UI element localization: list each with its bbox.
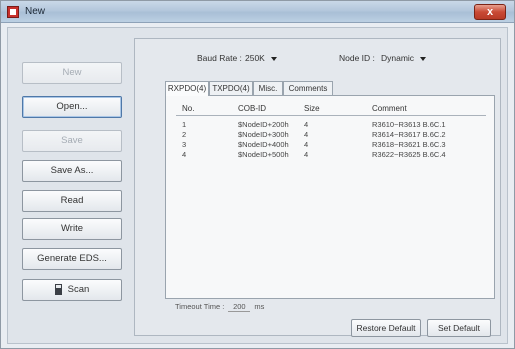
write-button[interactable]: Write <box>22 218 122 240</box>
column-header-comment[interactable]: Comment <box>372 104 407 113</box>
open-button[interactable]: Open... <box>22 96 122 118</box>
grid-header: No. COB-ID Size Comment <box>176 102 486 116</box>
timeout-label: Timeout Time : <box>175 302 225 311</box>
baud-rate-value: 250K <box>245 53 265 63</box>
tab-misc[interactable]: Misc. <box>253 81 283 95</box>
table-row[interactable]: 3 $NodeID+400h 4 R3618~R3621 B.6C.3 <box>176 138 486 149</box>
table-row[interactable]: 4 $NodeID+500h 4 R3622~R3625 B.6C.4 <box>176 148 486 159</box>
side-panel: New Open... Save Save As... Read Write G… <box>14 46 130 338</box>
column-header-size[interactable]: Size <box>304 104 320 113</box>
pdo-grid: 1 $NodeID+200h 4 R3610~R3613 B.6C.1 2 $N… <box>176 118 486 159</box>
row-size: 4 <box>304 150 309 159</box>
rxpdo-tab-panel: No. COB-ID Size Comment 1 $NodeID+200h 4… <box>165 95 495 299</box>
device-icon <box>54 283 62 295</box>
node-id-value: Dynamic <box>381 53 415 63</box>
baud-rate-select[interactable]: 250K <box>245 53 277 67</box>
close-button[interactable]: x <box>474 4 506 20</box>
timeout-input[interactable]: 200 <box>228 302 251 312</box>
node-id-label: Node ID : <box>339 53 375 63</box>
set-default-button[interactable]: Set Default <box>427 319 491 337</box>
save-button[interactable]: Save <box>22 130 122 152</box>
main-panel: Baud Rate : 250K Node ID : Dynamic RXPDO… <box>134 38 501 337</box>
window-title: New <box>25 6 46 17</box>
application-window: New x New Open... Save Save As... Read W… <box>0 0 515 349</box>
column-header-cob-id[interactable]: COB-ID <box>238 104 266 113</box>
scan-button[interactable]: Scan <box>22 279 122 301</box>
title-bar[interactable]: New x <box>1 1 514 23</box>
timeout-unit: ms <box>254 302 265 311</box>
read-button[interactable]: Read <box>22 190 122 212</box>
app-icon <box>7 6 19 18</box>
tab-txpdo[interactable]: TXPDO(4) <box>209 81 253 95</box>
table-row[interactable]: 1 $NodeID+200h 4 R3610~R3613 B.6C.1 <box>176 118 486 129</box>
chevron-down-icon <box>420 56 427 61</box>
generate-eds-button[interactable]: Generate EDS... <box>22 248 122 270</box>
client-area: New Open... Save Save As... Read Write G… <box>7 27 508 344</box>
new-button[interactable]: New <box>22 62 122 84</box>
table-row[interactable]: 2 $NodeID+300h 4 R3614~R3617 B.6C.2 <box>176 128 486 139</box>
scan-button-label: Scan <box>67 284 90 295</box>
node-id-select[interactable]: Dynamic <box>381 53 427 67</box>
row-no: 4 <box>182 150 187 159</box>
row-comment: R3622~R3625 B.6C.4 <box>372 150 446 159</box>
save-as-button[interactable]: Save As... <box>22 160 122 182</box>
column-header-no[interactable]: No. <box>182 104 194 113</box>
restore-default-button[interactable]: Restore Default <box>351 319 421 337</box>
timeout-setting: Timeout Time :200 ms <box>175 302 264 312</box>
baud-rate-label: Baud Rate : <box>197 53 242 63</box>
tab-comments[interactable]: Comments <box>283 81 333 95</box>
row-cob-id: $NodeID+500h <box>238 150 289 159</box>
tab-rxpdo[interactable]: RXPDO(4) <box>165 81 209 96</box>
chevron-down-icon <box>270 56 277 61</box>
